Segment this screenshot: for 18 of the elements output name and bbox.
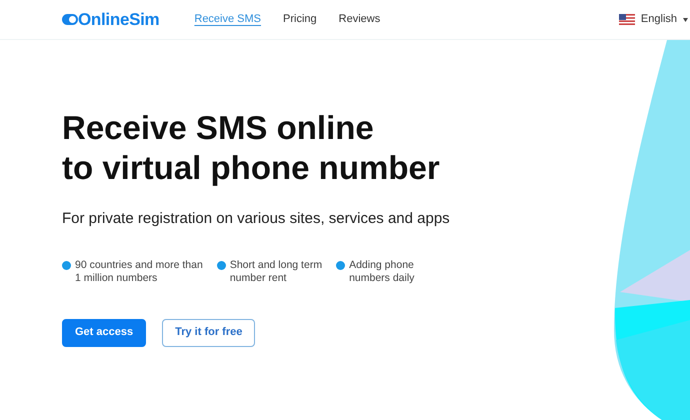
bullet-dot	[336, 260, 346, 270]
caret-icon	[683, 18, 688, 22]
nav-link[interactable]: Pricing	[283, 11, 317, 28]
language-selector[interactable]: English	[640, 11, 677, 28]
logo-text[interactable]: OnlineSim	[78, 6, 160, 32]
feature-text: 90 countries and more than 1 million numbers	[75, 258, 203, 284]
bullet-dot	[216, 260, 226, 270]
get-access-button[interactable]: Get access	[62, 318, 146, 346]
bullet-dot	[62, 260, 71, 270]
nav-link[interactable]: Reviews	[338, 11, 380, 28]
nav-link[interactable]: Receive SMS	[194, 11, 262, 28]
flag-icon	[618, 14, 635, 25]
try-free-button[interactable]: Try it for free	[162, 318, 256, 346]
toggle-icon	[62, 14, 78, 25]
feature-text: Adding phone numbers daily	[349, 258, 414, 284]
feature-text: Short and long term number rent	[230, 258, 322, 284]
hero-heading: Receive SMS online to virtual phone number	[62, 108, 441, 188]
hero-subtitle: For private registration on various sites, services and apps	[62, 209, 451, 229]
